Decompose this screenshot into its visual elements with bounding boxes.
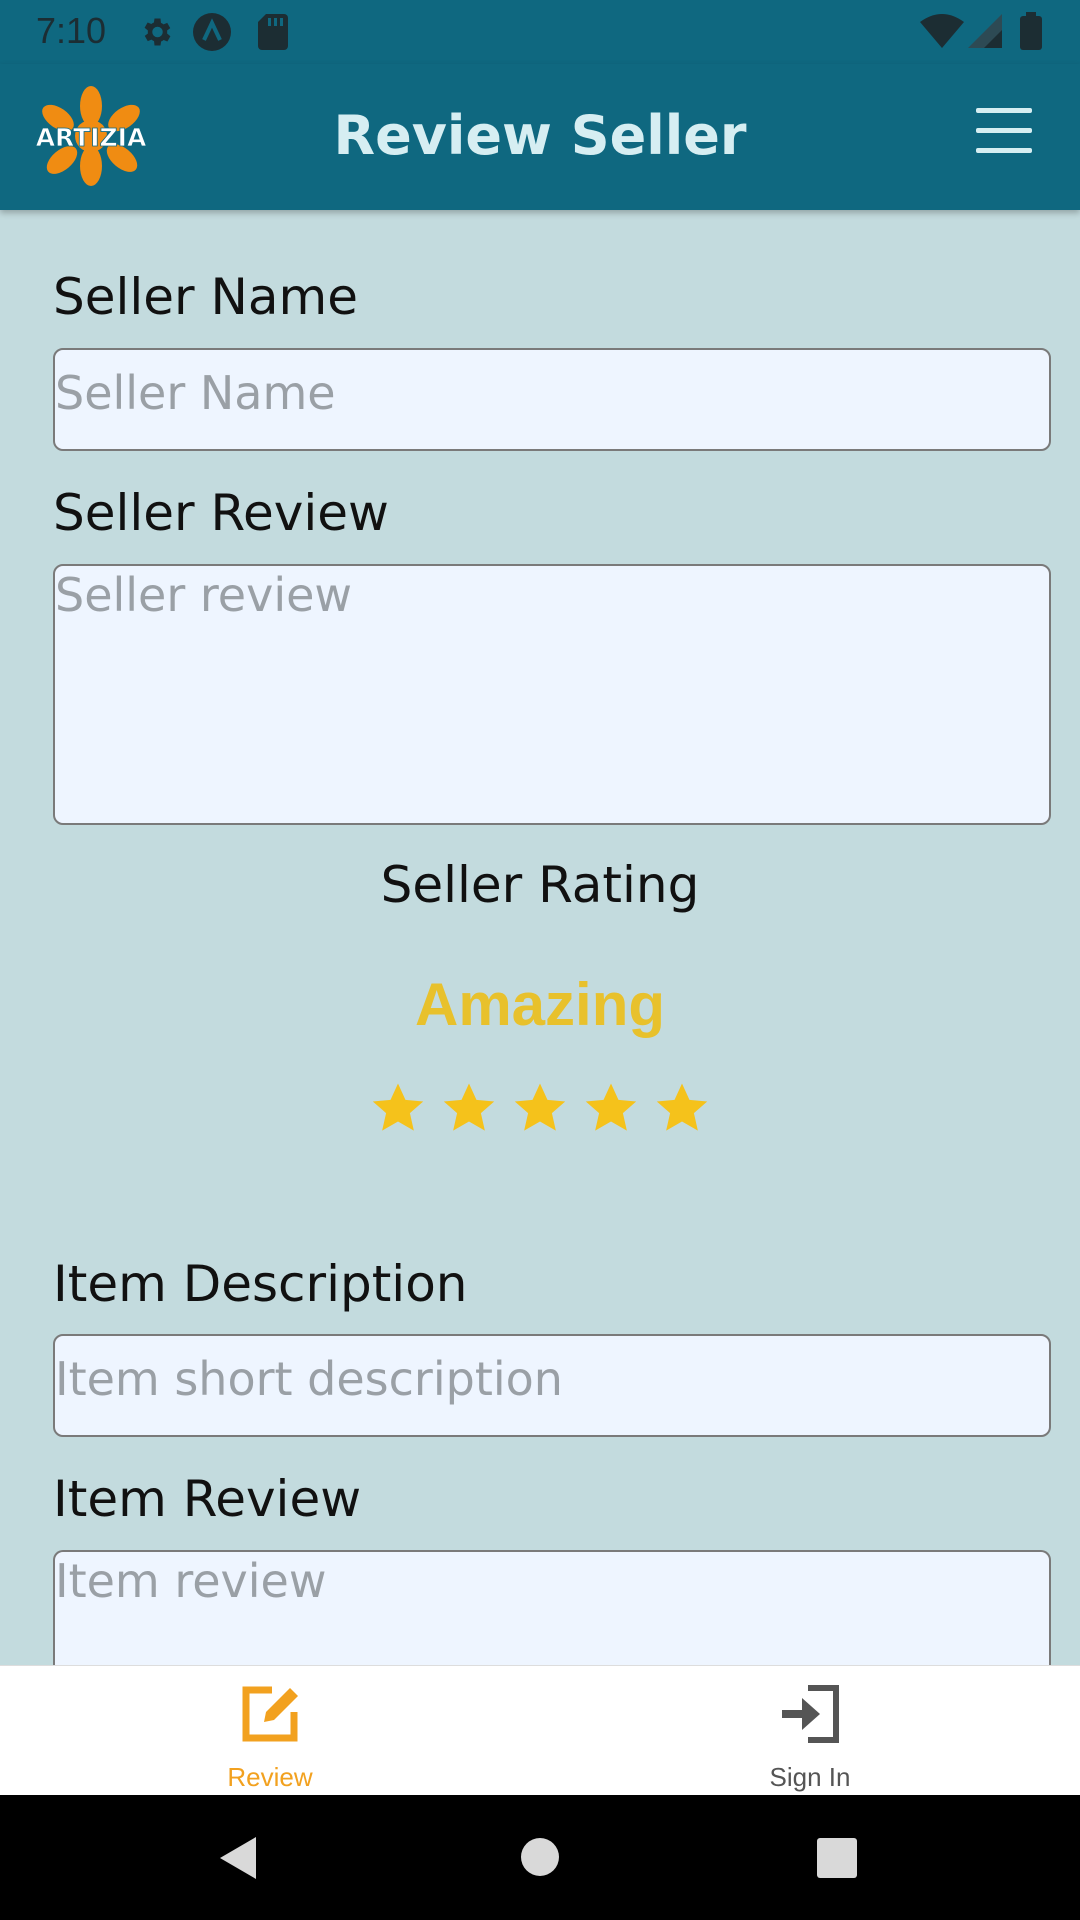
seller-review-placeholder: Seller review (55, 568, 353, 622)
nav-label-sign-in: Sign In (769, 1762, 851, 1792)
seller-name-placeholder: Seller Name (55, 366, 336, 420)
recents-icon[interactable] (816, 1837, 858, 1879)
edit-icon (242, 1686, 298, 1742)
status-time: 7:10 (36, 10, 107, 51)
seller-name-input[interactable]: Seller Name (53, 348, 1051, 451)
signal-icon (968, 14, 1002, 48)
star-rating[interactable] (0, 1080, 1080, 1140)
nav-item-review[interactable]: Review (0, 1666, 540, 1796)
seller-rating-label: Seller Rating (380, 856, 700, 914)
sd-card-icon (258, 14, 288, 50)
star-icon[interactable] (654, 1080, 710, 1136)
battery-icon (1020, 12, 1042, 50)
item-description-placeholder: Item short description (55, 1352, 563, 1406)
settings-icon (144, 18, 171, 46)
home-icon[interactable] (520, 1837, 560, 1877)
system-nav-bar (0, 1795, 1080, 1920)
star-icon[interactable] (441, 1080, 497, 1136)
nav-label-review: Review (227, 1762, 313, 1792)
seller-review-textarea[interactable]: Seller review (53, 564, 1051, 825)
star-icon[interactable] (512, 1080, 568, 1136)
page-title: Review Seller (333, 104, 747, 167)
back-icon[interactable] (216, 1835, 260, 1881)
seller-name-label: Seller Name (53, 268, 359, 326)
star-icon[interactable] (370, 1080, 426, 1136)
item-review-label: Item Review (53, 1470, 362, 1528)
seller-review-label: Seller Review (53, 484, 389, 542)
item-description-input[interactable]: Item short description (53, 1334, 1051, 1437)
a-icon (193, 13, 231, 51)
star-icon[interactable] (583, 1080, 639, 1136)
bottom-nav: Review Sign In (0, 1665, 1080, 1796)
sign-in-icon (782, 1685, 839, 1743)
item-description-label: Item Description (53, 1255, 468, 1313)
hamburger-menu-icon[interactable] (976, 108, 1034, 154)
rating-text: Amazing (414, 971, 666, 1038)
nav-item-sign-in[interactable]: Sign In (540, 1666, 1080, 1796)
status-bar: 7:10 (0, 0, 1080, 64)
item-review-placeholder: Item review (55, 1554, 327, 1608)
wifi-icon (920, 14, 964, 48)
app-bar: ARTIZIA Review Seller (0, 64, 1080, 210)
